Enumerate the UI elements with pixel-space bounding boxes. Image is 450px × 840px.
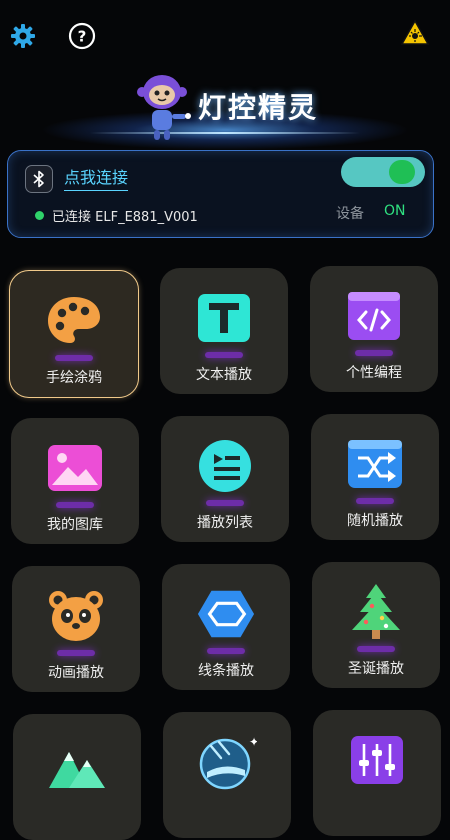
tile-glow [207,648,245,654]
tile-label: 随机播放 [347,513,403,529]
tile-playlist[interactable]: 播放列表 [161,416,289,542]
svg-text:✦: ✦ [249,735,257,749]
connection-status-text: 已连接 ELF_E881_V001 [52,210,198,225]
bluetooth-icon [25,165,53,193]
connection-toggle[interactable] [341,157,425,187]
tile-line-play[interactable]: 线条播放 [162,564,290,690]
tile-glow [355,350,393,356]
palette-icon [44,293,104,349]
svg-text:?: ? [78,28,87,46]
tile-mountain[interactable] [13,714,141,840]
status-dot [35,211,44,220]
tile-animation-play[interactable]: 动画播放 [12,566,140,692]
laser-warning-icon[interactable] [400,18,430,48]
tile-label: 文本播放 [196,367,252,383]
text-t-icon [194,290,254,346]
equalizer-icon [347,732,407,788]
mountain-icon [47,736,107,792]
tile-glow [56,502,94,508]
toggle-knob [389,160,415,184]
shuffle-icon [345,436,405,492]
connection-card: 点我连接 已连接 ELF_E881_V001 设备 ON [7,150,434,238]
device-state: ON [384,203,406,219]
tile-glow [57,650,95,656]
tile-label: 线条播放 [198,663,254,679]
tile-label: 动画播放 [48,665,104,681]
tile-random-play[interactable]: 随机播放 [311,414,439,540]
tile-label: 我的图库 [47,517,103,533]
tile-meteor[interactable]: ✦ [163,712,291,838]
tile-label: 圣诞播放 [348,661,404,677]
code-icon [344,288,404,344]
tile-glow [55,355,93,361]
panda-icon [46,588,106,644]
tile-text-play[interactable]: 文本播放 [160,268,288,394]
tile-label: 播放列表 [197,515,253,531]
tile-label: 手绘涂鸦 [46,370,102,386]
settings-gear-icon[interactable] [8,21,38,51]
tile-equalizer[interactable] [313,710,441,836]
mascot-robot-icon [132,68,192,152]
app-banner: 灯控精灵 [0,60,450,160]
top-bar: ? [0,18,450,54]
tile-label: 个性编程 [346,365,402,381]
tile-my-gallery[interactable]: 我的图库 [11,418,139,544]
playlist-icon [195,438,255,494]
help-icon[interactable]: ? [67,21,97,51]
app-title: 灯控精灵 [198,91,319,124]
tile-glow [206,500,244,506]
gallery-icon [45,440,105,496]
meteor-icon: ✦ [197,734,257,790]
tile-glow [356,498,394,504]
tile-hand-drawing[interactable]: 手绘涂鸦 [9,270,139,398]
hexagon-lines-icon [196,586,256,642]
banner-light-line [90,132,360,134]
connect-link[interactable]: 点我连接 [64,164,129,191]
tile-glow [357,646,395,652]
tile-christmas-play[interactable]: 圣诞播放 [312,562,440,688]
tile-custom-programming[interactable]: 个性编程 [310,266,438,392]
tile-glow [205,352,243,358]
device-label: 设备 [336,206,364,222]
christmas-tree-icon [346,584,406,640]
